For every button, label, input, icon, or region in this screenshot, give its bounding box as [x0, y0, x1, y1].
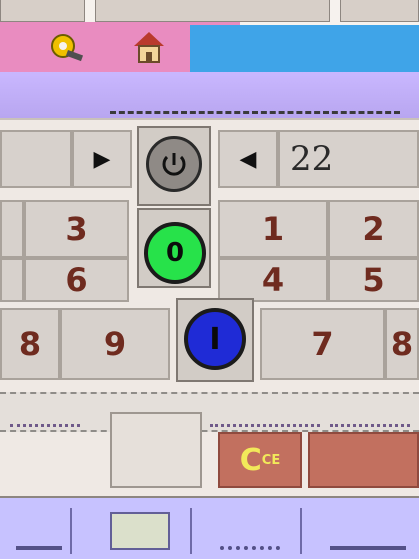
stop-button[interactable]: I [184, 308, 246, 370]
clear-label: C [239, 442, 262, 478]
digit-6: 6 [65, 261, 88, 299]
play-arrow-icon: ▶ [93, 146, 111, 172]
tab-right[interactable] [340, 0, 419, 22]
back-arrow-icon: ◀ [239, 146, 257, 172]
key-edge-left[interactable] [0, 200, 24, 258]
key-4[interactable]: 4 [218, 258, 328, 302]
digit-8-left: 8 [18, 325, 42, 363]
key-2[interactable]: 2 [328, 200, 419, 258]
hidden-keypad-slot [110, 412, 202, 488]
label-scribble-1 [10, 402, 80, 427]
key-6[interactable]: 6 [24, 258, 129, 302]
digit-4: 4 [261, 261, 285, 299]
key-7[interactable]: 7 [260, 308, 385, 380]
key-8-left[interactable]: 8 [0, 308, 60, 380]
digit-2: 2 [362, 210, 385, 248]
nav-item-1[interactable] [16, 512, 62, 550]
start-label: 0 [165, 238, 185, 268]
nav-item-3[interactable] [220, 512, 280, 550]
clear-button[interactable]: C CE [218, 432, 302, 488]
digit-9: 9 [103, 325, 127, 363]
header-scribble [110, 96, 400, 114]
stop-label: I [209, 321, 221, 357]
digit-7: 7 [311, 325, 334, 363]
start-button[interactable]: 0 [144, 222, 206, 284]
key-blank-left[interactable] [0, 130, 72, 188]
key-1[interactable]: 1 [218, 200, 328, 258]
power-icon [162, 153, 186, 176]
readout-value: 22 [290, 139, 334, 179]
digit-3: 3 [65, 210, 88, 248]
clear-side-panel [308, 432, 419, 488]
key-8-right[interactable]: 8 [385, 308, 419, 380]
nav-divider-3 [300, 508, 302, 554]
key-edge-left-2[interactable] [0, 258, 24, 302]
label-scribble-2 [210, 402, 320, 427]
home-icon[interactable] [130, 28, 168, 64]
readout-display: 22 [278, 130, 419, 188]
power-button[interactable] [146, 136, 202, 192]
digit-8-right: 8 [390, 325, 414, 363]
label-scribble-3 [330, 402, 410, 427]
nav-divider-2 [190, 508, 192, 554]
key-9[interactable]: 9 [60, 308, 170, 380]
right-arrow-button[interactable]: ◀ [218, 130, 278, 188]
gear-wrench-icon[interactable] [48, 28, 86, 64]
nav-item-2[interactable] [110, 512, 170, 550]
nav-item-4[interactable] [330, 512, 406, 550]
left-arrow-button[interactable]: ▶ [72, 130, 132, 188]
clear-sub-label: CE [261, 452, 281, 468]
nav-divider-1 [70, 508, 72, 554]
digit-1: 1 [261, 210, 285, 248]
key-3[interactable]: 3 [24, 200, 129, 258]
tab-middle[interactable] [95, 0, 330, 22]
digit-5: 5 [362, 261, 385, 299]
key-5[interactable]: 5 [328, 258, 419, 302]
tab-left[interactable] [0, 0, 85, 22]
